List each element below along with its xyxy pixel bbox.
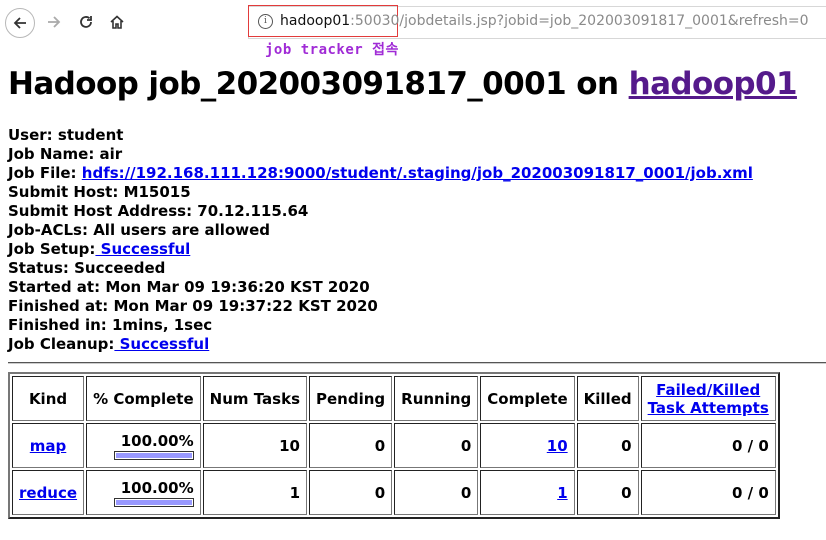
task-attempts-label: Task Attempts	[647, 398, 769, 417]
browser-toolbar: i hadoop01:50030/jobdetails.jsp?jobid=jo…	[0, 0, 826, 58]
user-label: User:	[8, 126, 58, 144]
setup-label: Job Setup:	[8, 240, 96, 258]
cell-pending: 0	[309, 423, 393, 468]
back-button[interactable]	[5, 8, 35, 38]
failed-killed-link[interactable]: Failed/Killed Task Attempts	[648, 381, 769, 417]
table-row-map: map 100.00% 10 0 0 10 0 0 / 0	[12, 423, 776, 468]
header-complete: Complete	[480, 376, 575, 421]
table-header-row: Kind % Complete Num Tasks Pending Runnin…	[12, 376, 776, 421]
detail-jobname: Job Name: air	[8, 145, 753, 164]
header-running: Running	[394, 376, 479, 421]
cell-killed: 0	[576, 470, 639, 515]
map-link[interactable]: map	[30, 437, 67, 455]
jobfile-label: Job File:	[8, 164, 82, 182]
detail-jobfile: Job File: hdfs://192.168.111.128:9000/st…	[8, 164, 753, 183]
job-details: User: student Job Name: air Job File: hd…	[8, 126, 753, 354]
cell-running: 0	[394, 470, 479, 515]
info-icon[interactable]: i	[258, 14, 273, 29]
detail-status: Status: Succeeded	[8, 259, 753, 278]
detail-setup: Job Setup: Successful	[8, 240, 753, 259]
cleanup-link[interactable]: Successful	[114, 335, 210, 353]
acls-value: All users are allowed	[93, 221, 271, 239]
reload-icon	[80, 16, 92, 28]
cell-kind: map	[12, 423, 85, 468]
cell-killed: 0	[576, 423, 639, 468]
forward-arrow-icon	[48, 16, 61, 28]
progress-fill	[115, 499, 192, 505]
submithost-label: Submit Host:	[8, 183, 124, 201]
url-path: :50030/jobdetails.jsp?jobid=job_20200309…	[350, 13, 809, 29]
submithost-value: M15015	[123, 183, 191, 201]
reduce-complete-link[interactable]: 1	[557, 484, 567, 502]
finishedin-label: Finished in:	[8, 316, 112, 334]
cell-pending: 0	[309, 470, 393, 515]
finished-label: Finished at:	[8, 297, 114, 315]
cell-running: 0	[394, 423, 479, 468]
cell-pct: 100.00%	[86, 470, 201, 515]
cell-failed: 0 / 0	[640, 470, 776, 515]
progress-fill	[115, 452, 192, 458]
user-value: student	[57, 126, 124, 144]
map-complete-link[interactable]: 10	[547, 437, 568, 455]
status-value: Succeeded	[74, 259, 166, 277]
url-text[interactable]: hadoop01:50030/jobdetails.jsp?jobid=job_…	[280, 13, 809, 29]
page-title-text: Hadoop job_202003091817_0001 on	[8, 66, 629, 102]
detail-acls: Job-ACLs: All users are allowed	[8, 221, 753, 240]
task-table: Kind % Complete Num Tasks Pending Runnin…	[8, 372, 780, 519]
progress-bar	[113, 497, 194, 507]
submitaddr-value: 70.12.115.64	[197, 202, 309, 220]
host-link[interactable]: hadoop01	[629, 66, 798, 102]
cell-kind: reduce	[12, 470, 85, 515]
cell-complete: 10	[480, 423, 575, 468]
header-killed: Killed	[576, 376, 639, 421]
jobname-label: Job Name:	[8, 145, 100, 163]
started-label: Started at:	[8, 278, 106, 296]
finished-value: Mon Mar 09 19:37:22 KST 2020	[113, 297, 378, 315]
cell-num-tasks: 1	[202, 470, 307, 515]
detail-cleanup: Job Cleanup: Successful	[8, 335, 753, 354]
header-kind: Kind	[12, 376, 85, 421]
header-pending: Pending	[309, 376, 393, 421]
started-value: Mon Mar 09 19:36:20 KST 2020	[105, 278, 370, 296]
acls-label: Job-ACLs:	[8, 221, 94, 239]
setup-link[interactable]: Successful	[95, 240, 191, 258]
detail-submithost: Submit Host: M15015	[8, 183, 753, 202]
jobfile-link[interactable]: hdfs://192.168.111.128:9000/student/.sta…	[82, 164, 753, 182]
submitaddr-label: Submit Host Address:	[8, 202, 198, 220]
jobname-value: air	[99, 145, 123, 163]
finishedin-value: 1mins, 1sec	[112, 316, 213, 334]
forward-button[interactable]	[39, 7, 69, 37]
reduce-link[interactable]: reduce	[19, 484, 77, 502]
home-icon	[110, 15, 124, 29]
detail-finished: Finished at: Mon Mar 09 19:37:22 KST 202…	[8, 297, 753, 316]
url-host: hadoop01	[280, 13, 351, 29]
detail-started: Started at: Mon Mar 09 19:36:20 KST 2020	[8, 278, 753, 297]
cell-pct: 100.00%	[86, 423, 201, 468]
header-complete-pct: % Complete	[86, 376, 201, 421]
cell-complete: 1	[480, 470, 575, 515]
detail-user: User: student	[8, 126, 753, 145]
progress-bar	[113, 450, 194, 460]
pct-text: 100.00%	[120, 478, 194, 497]
header-num-tasks: Num Tasks	[202, 376, 307, 421]
horizontal-rule	[8, 362, 826, 364]
detail-finishedin: Finished in: 1mins, 1sec	[8, 316, 753, 335]
detail-submitaddr: Submit Host Address: 70.12.115.64	[8, 202, 753, 221]
home-button[interactable]	[102, 7, 132, 37]
cleanup-label: Job Cleanup:	[8, 335, 115, 353]
failed-killed-label: Failed/Killed	[656, 380, 761, 399]
page-title: Hadoop job_202003091817_0001 on hadoop01	[8, 66, 798, 102]
back-arrow-icon	[13, 17, 26, 29]
reload-button[interactable]	[71, 7, 101, 37]
table-row-reduce: reduce 100.00% 1 0 0 1 0 0 / 0	[12, 470, 776, 515]
cell-num-tasks: 10	[202, 423, 307, 468]
pct-text: 100.00%	[120, 431, 194, 450]
status-label: Status:	[8, 259, 75, 277]
header-failed-killed: Failed/Killed Task Attempts	[640, 376, 776, 421]
annotation-label: job tracker 접속	[265, 42, 399, 58]
cell-failed: 0 / 0	[640, 423, 776, 468]
